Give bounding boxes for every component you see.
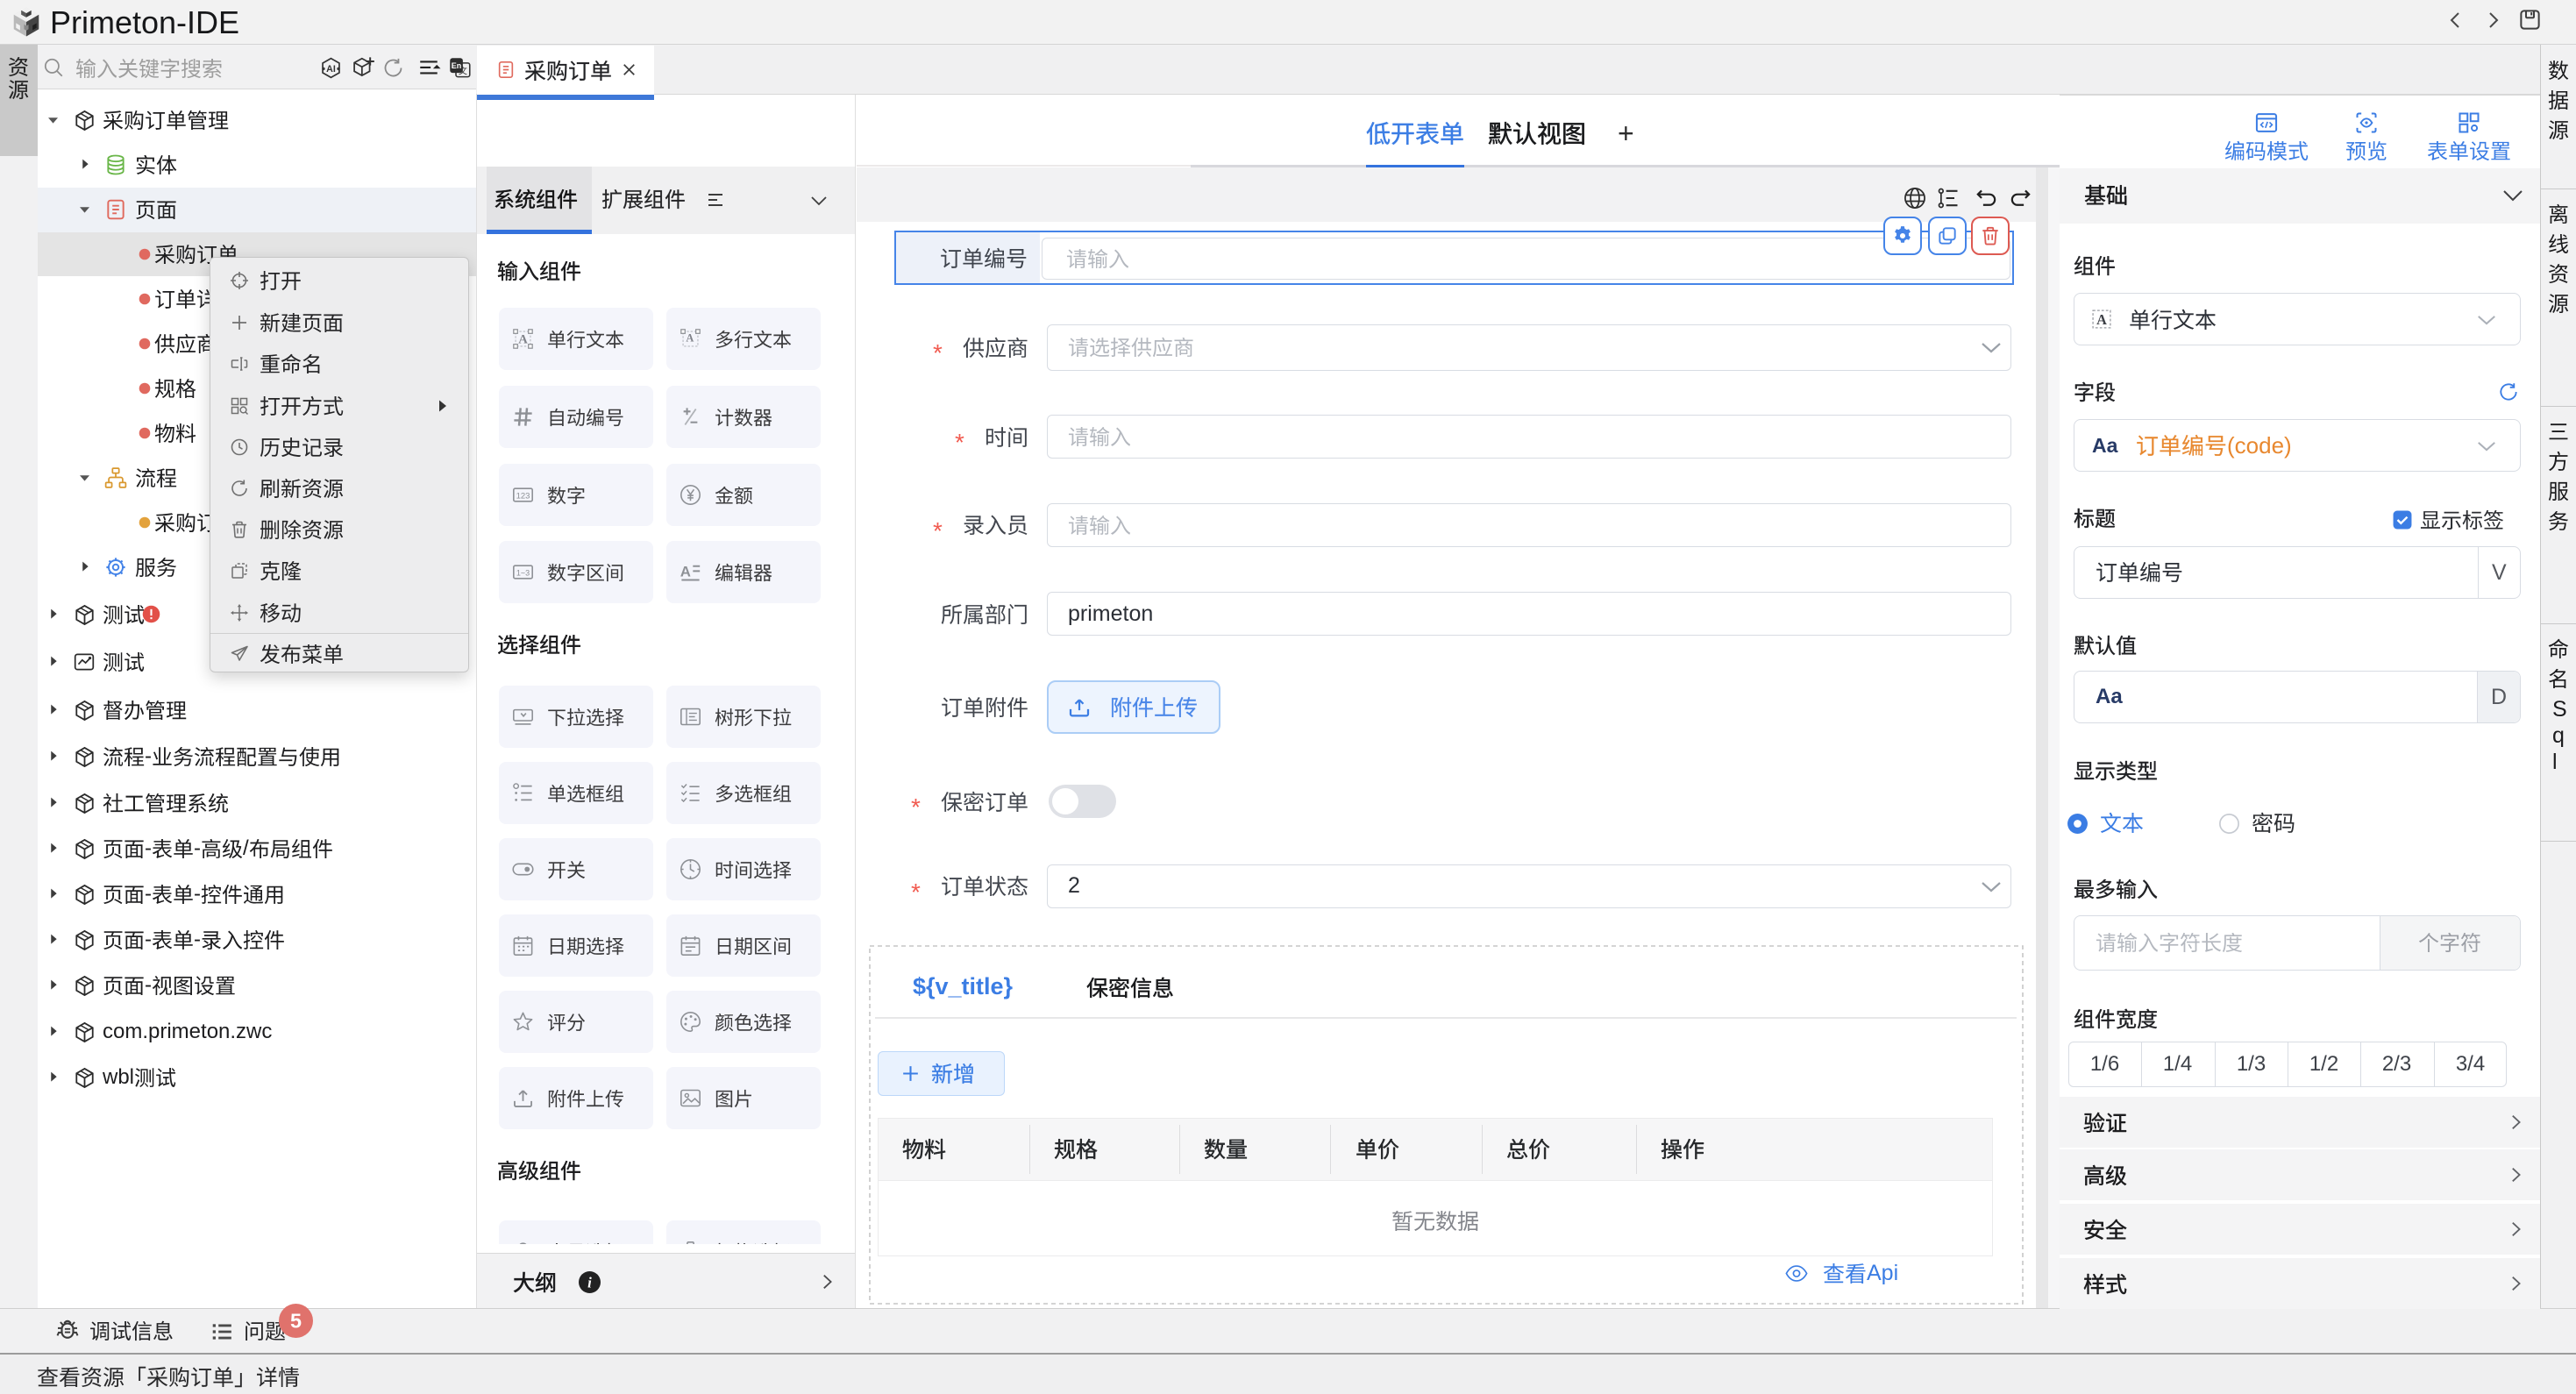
svg-text:A: A (2096, 311, 2107, 328)
svg-text:1~3: 1~3 (516, 568, 530, 577)
svg-text:i: i (587, 1274, 592, 1291)
svg-text:A: A (680, 564, 691, 580)
svg-text:123: 123 (516, 492, 530, 501)
svg-text:A: A (686, 331, 694, 344)
svg-text:En: En (452, 61, 462, 70)
svg-text:A: A (518, 332, 528, 346)
svg-text:AI: AI (326, 64, 336, 75)
svg-text:5: 5 (290, 1309, 302, 1332)
